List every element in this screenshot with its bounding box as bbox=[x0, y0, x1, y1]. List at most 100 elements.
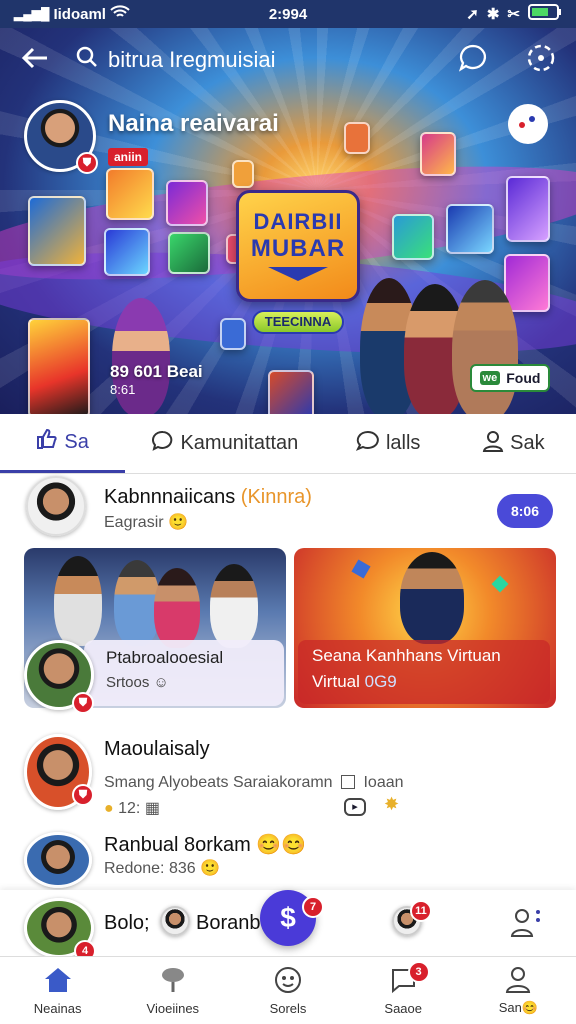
nav-item-home[interactable]: Neainas bbox=[0, 957, 115, 1024]
carrier-label: Iidoaml bbox=[53, 5, 106, 23]
game-tile[interactable] bbox=[506, 176, 550, 242]
microphone-icon bbox=[160, 966, 186, 997]
bluetooth-icon: ✱ bbox=[486, 6, 500, 23]
post-avatar[interactable] bbox=[24, 832, 92, 888]
person-figure bbox=[400, 552, 464, 644]
nav-item-san[interactable]: San😊 bbox=[461, 957, 576, 1024]
post-avatar[interactable] bbox=[26, 476, 86, 536]
signal-icon: ▂▄▆█ bbox=[14, 7, 50, 21]
game-tile[interactable] bbox=[268, 370, 314, 414]
game-tile[interactable] bbox=[232, 160, 254, 188]
game-tile[interactable] bbox=[420, 132, 456, 176]
confetti-icon bbox=[351, 559, 371, 579]
tab-lalls[interactable]: lalls bbox=[326, 414, 451, 473]
back-button[interactable] bbox=[20, 45, 50, 75]
hero-cta-button[interactable]: we Foud bbox=[470, 364, 550, 392]
post-subtitle: Smang Alyobeats Saraiakoramn Ioaan bbox=[104, 774, 404, 792]
feature-card-virtual[interactable]: Seana Kanhhans Virtuan Virtual 0G9 bbox=[294, 548, 556, 708]
search-bar[interactable]: bitrua Iregmuisiai bbox=[76, 46, 276, 74]
logo-button[interactable]: TEECINNA bbox=[252, 310, 344, 334]
game-tile[interactable] bbox=[166, 180, 208, 226]
chat-bubble-icon bbox=[355, 430, 380, 458]
card-title: Ptabroalooesial bbox=[106, 648, 224, 667]
chat-bubble-icon bbox=[152, 430, 174, 458]
game-tile[interactable] bbox=[344, 122, 370, 154]
post-action-button[interactable]: 8:06 bbox=[497, 494, 553, 528]
story-avatar[interactable] bbox=[160, 906, 190, 936]
card-sub-text: Virtual bbox=[312, 672, 360, 691]
card-caption-virtual: Seana Kanhhans Virtuan Virtual 0G9 bbox=[298, 640, 550, 704]
dollar-icon: $ bbox=[280, 902, 296, 933]
viewer-sub: 8:61 bbox=[110, 382, 136, 397]
nav-label: Neainas bbox=[33, 1000, 82, 1016]
post-avatar-badge: ⛊ bbox=[72, 784, 94, 806]
search-icon bbox=[76, 46, 98, 74]
game-tile[interactable] bbox=[104, 228, 150, 276]
game-tile[interactable] bbox=[28, 318, 90, 414]
game-tile[interactable] bbox=[106, 168, 154, 220]
logo-line2: MUBAR bbox=[250, 235, 346, 262]
settings-button[interactable] bbox=[526, 44, 556, 75]
card-sub: Virtual 0G9 bbox=[312, 672, 550, 692]
game-logo[interactable]: DAIRBII MUBAR bbox=[236, 190, 360, 302]
battery-icon bbox=[528, 4, 562, 24]
post-subtitle: Eagrasir 🙂 bbox=[104, 512, 188, 532]
game-tile[interactable] bbox=[28, 196, 86, 266]
carrier: ▂▄▆█ Iidoaml bbox=[14, 5, 130, 23]
story-badge: 11 bbox=[410, 900, 432, 922]
nav-label: Sorels bbox=[269, 1000, 307, 1016]
nav-label: Saaoe bbox=[384, 1000, 422, 1016]
top-bar: bitrua Iregmuisiai bbox=[0, 30, 576, 90]
status-bar: ▂▄▆█ Iidoaml 2:994 ➚ ✱ ✂ bbox=[0, 0, 576, 28]
vibrate-icon: ✂ bbox=[507, 6, 520, 23]
game-tile[interactable] bbox=[392, 214, 434, 260]
card-title: Seana Kanhhans Virtuan bbox=[312, 646, 501, 665]
person-figure bbox=[114, 560, 160, 646]
game-tile[interactable] bbox=[504, 254, 550, 312]
post-sub-text: Redone: 836 bbox=[104, 860, 196, 877]
nav-badge: 3 bbox=[407, 961, 430, 983]
tab-kamunitattan[interactable]: Kamunitattan bbox=[125, 414, 325, 473]
card-avatar-badge: ⛊ bbox=[72, 692, 94, 714]
nav-item-sorels[interactable]: Sorels bbox=[230, 957, 345, 1024]
post-author: Kabnnnaiicans (Kinnra) bbox=[104, 486, 312, 509]
chat-button[interactable] bbox=[458, 43, 488, 78]
reply-button[interactable]: ▸ bbox=[344, 798, 366, 816]
hero-avatar-badge: ⛊ bbox=[76, 152, 98, 174]
nav-item-saaoe[interactable]: 3 Saaoe bbox=[346, 957, 461, 1024]
game-tile[interactable] bbox=[220, 318, 246, 350]
cta-label: Foud bbox=[506, 370, 541, 386]
card-sub-code: 0G9 bbox=[364, 672, 397, 691]
arrow-left-icon bbox=[21, 47, 49, 74]
user-icon bbox=[482, 430, 504, 458]
bulb-icon: ● bbox=[104, 800, 114, 817]
post-subtitle: Redone: 836 🙂 bbox=[104, 858, 220, 878]
user-icon bbox=[510, 909, 542, 942]
game-tile[interactable] bbox=[168, 232, 210, 274]
person-figure bbox=[154, 568, 200, 648]
post-author-name: Ranbual 8orkam bbox=[104, 834, 251, 856]
people-button[interactable] bbox=[510, 906, 542, 938]
tab-sak[interactable]: Sak bbox=[451, 414, 576, 473]
emoji-icon: 🙂 bbox=[200, 860, 221, 877]
sparkle-icon: ✸ bbox=[384, 794, 400, 814]
tab-label: Kamunitattan bbox=[180, 432, 299, 454]
tab-label: lalls bbox=[385, 432, 421, 454]
nav-item-voices[interactable]: Vioeiines bbox=[115, 957, 230, 1024]
emoji-icon: ☺ bbox=[153, 674, 169, 691]
hero-share-button[interactable] bbox=[508, 104, 548, 144]
chat-bubble-icon bbox=[458, 43, 488, 78]
tab-sa[interactable]: Sa bbox=[0, 414, 126, 473]
thumbs-up-icon bbox=[36, 428, 58, 456]
game-tile[interactable] bbox=[446, 204, 494, 254]
nav-label: San😊 bbox=[499, 1000, 538, 1016]
confetti-icon bbox=[491, 575, 509, 593]
person-figure bbox=[54, 556, 102, 646]
card-sub: Srtoos ☺ bbox=[106, 674, 284, 691]
viewer-count: 89 601 Beai bbox=[110, 362, 203, 381]
post-author-name: Kabnnnaiicans bbox=[104, 486, 236, 508]
logo-line1: DAIRBII bbox=[253, 209, 343, 234]
location-icon: ➚ bbox=[466, 6, 479, 23]
post-sub-text: Smang Alyobeats Saraiakoramn bbox=[104, 774, 333, 791]
nav-label-text: San bbox=[498, 1000, 522, 1015]
